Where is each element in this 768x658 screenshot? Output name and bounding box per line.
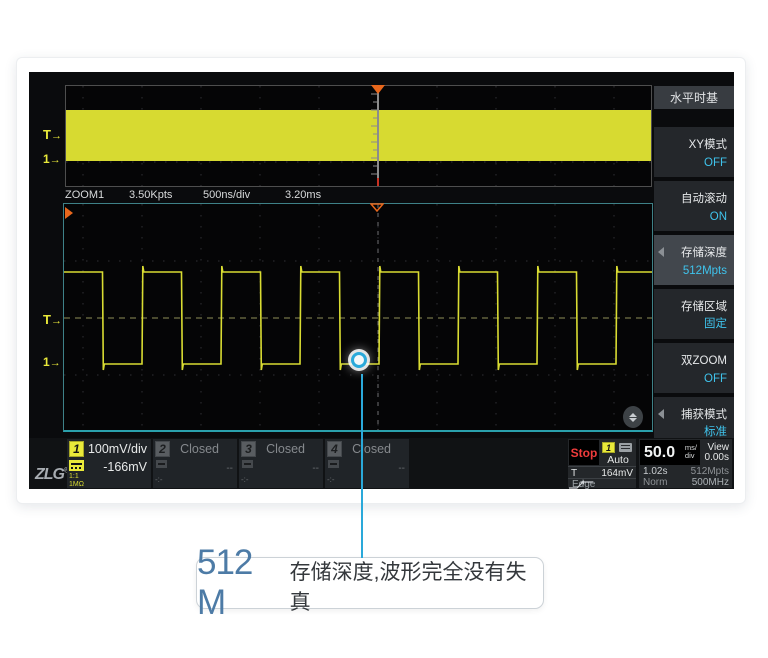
- channel2-status: Closed: [180, 442, 219, 456]
- channel3-status: Closed: [266, 442, 305, 456]
- view-value: 0.00s: [705, 452, 729, 463]
- channel1-probe: 1:11MΩ: [69, 473, 84, 489]
- chevron-left-icon: [658, 409, 664, 419]
- overview-panel: [65, 85, 652, 187]
- channel1-scale: 100mV/div: [88, 442, 147, 456]
- channel3-badge: 3: [241, 441, 256, 457]
- record-time: 1.02s: [643, 466, 667, 477]
- trigger-type-row: Edge: [568, 478, 636, 489]
- dc-coupling-icon: [69, 460, 84, 471]
- status-bar: ZLG® 1 100mV/div -166mV 1:11MΩ 2 Closed …: [29, 438, 734, 489]
- brand-logo: ZLG®: [35, 466, 68, 484]
- callout-box: 512 M 存储深度,波形完全没有失真: [196, 557, 544, 609]
- menu-item-storage-region[interactable]: 存储区域 固定: [654, 289, 734, 339]
- channel2-probe: -:-: [155, 476, 163, 484]
- trigger-block[interactable]: Stop 1 Auto T 164mV Edge: [568, 439, 636, 488]
- timebase-unit: ms/div: [685, 444, 697, 460]
- mode-row: Norm 500MHz: [639, 477, 732, 489]
- rising-edge-icon: [568, 480, 594, 489]
- callout-highlight: 512 M: [197, 543, 288, 623]
- trigger-coupling-icon: [619, 443, 632, 452]
- callout-text: 存储深度,波形完全没有失真: [290, 550, 543, 616]
- coupling-icon: [242, 460, 253, 468]
- menu-item-xy-mode[interactable]: XY模式 OFF: [654, 127, 734, 177]
- side-menu: 水平时基 XY模式 OFF 自动滚动 ON 存储深度 512Mpts: [654, 86, 734, 489]
- trigger-source-badge: 1: [602, 442, 615, 453]
- channel3-block[interactable]: 3 Closed -- -:-: [239, 439, 323, 488]
- run-state-box: Stop: [569, 440, 599, 465]
- channel3-offset: --: [312, 463, 319, 474]
- zoom-info-bar: ZOOM1 3.50Kpts 500ns/div 3.20ms: [65, 189, 652, 203]
- channel2-block[interactable]: 2 Closed -- -:-: [153, 439, 237, 488]
- chevron-up-icon: [629, 413, 637, 417]
- left-edge-marker-icon: [65, 207, 73, 219]
- menu-item-dual-zoom[interactable]: 双ZOOM OFF: [654, 343, 734, 393]
- channel2-offset: --: [226, 463, 233, 474]
- memory-depth: 512Mpts: [691, 466, 729, 477]
- channel4-badge: 4: [327, 441, 342, 457]
- channel4-block[interactable]: 4 Closed -- -:-: [325, 439, 409, 488]
- zoom-label: ZOOM1: [65, 189, 104, 201]
- square-waveform: [64, 204, 652, 430]
- bandwidth: 500MHz: [692, 477, 729, 488]
- channel1-offset: -166mV: [103, 460, 147, 474]
- channel3-probe: -:-: [241, 476, 249, 484]
- menu-title: 水平时基: [654, 86, 734, 109]
- channel1-ground-marker: 1→: [43, 152, 61, 166]
- coupling-icon: [328, 460, 339, 468]
- zoom-points: 3.50Kpts: [129, 189, 172, 201]
- page: T→ 1→ ZOOM1 3.50Kpts 500ns/div 3.20ms: [0, 0, 768, 658]
- run-state: Stop: [571, 446, 598, 460]
- trigger-level-marker: T→: [43, 312, 62, 327]
- channel1-block[interactable]: 1 100mV/div -166mV 1:11MΩ: [67, 439, 151, 488]
- chevron-down-icon: [629, 418, 637, 422]
- channel1-badge: 1: [69, 441, 84, 457]
- timebase-scale-box: 50.0 ms/div: [640, 440, 700, 465]
- menu-item-memory-depth[interactable]: 存储深度 512Mpts: [654, 235, 734, 285]
- callout-line: [361, 374, 363, 558]
- chevron-left-icon: [658, 247, 664, 257]
- channel4-offset: --: [398, 463, 405, 474]
- zoom-panel: [63, 203, 653, 432]
- compressed-waveform: [66, 110, 651, 161]
- channel2-badge: 2: [155, 441, 170, 457]
- ruler-ticks: [371, 86, 379, 186]
- zoom-offset: 3.20ms: [285, 189, 321, 201]
- trigger-position-icon: [371, 85, 385, 94]
- screenshot-card: T→ 1→ ZOOM1 3.50Kpts 500ns/div 3.20ms: [16, 57, 746, 504]
- view-box: View 0.00s: [701, 439, 731, 465]
- channel4-status: Closed: [352, 442, 391, 456]
- menu-item-auto-scroll[interactable]: 自动滚动 ON: [654, 181, 734, 231]
- callout-highlight-dot: [351, 352, 367, 368]
- channel4-probe: -:-: [327, 476, 335, 484]
- channel1-ground-marker: 1→: [43, 355, 61, 369]
- zoom-trigger-position-icon: [370, 203, 384, 212]
- zoom-timebase: 500ns/div: [203, 189, 250, 201]
- coupling-icon: [156, 460, 167, 468]
- trigger-level-marker: T→: [43, 127, 62, 142]
- trigger-sweep-mode: Auto: [601, 454, 635, 466]
- trigger-level-row: T 164mV: [568, 466, 636, 478]
- acquire-mode: Norm: [643, 477, 667, 488]
- timebase-scale: 50.0: [644, 444, 675, 462]
- vertical-scroll-button[interactable]: [623, 406, 643, 428]
- ruler-red-tip: [377, 178, 379, 186]
- zoom-region-ruler: [377, 86, 379, 186]
- timebase-block[interactable]: 50.0 ms/div View 0.00s 1.02s 512Mpts: [639, 439, 732, 488]
- oscilloscope-screen: T→ 1→ ZOOM1 3.50Kpts 500ns/div 3.20ms: [29, 72, 734, 489]
